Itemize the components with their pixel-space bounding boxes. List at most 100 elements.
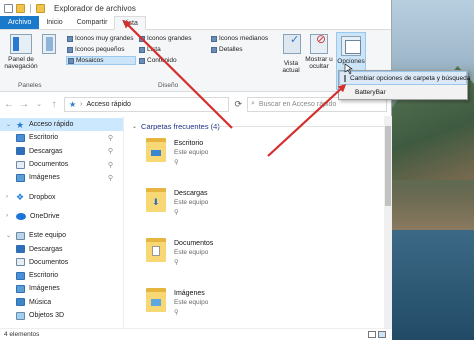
layout-list[interactable]: Lista [138, 45, 208, 54]
collapse-chevron-icon[interactable]: ⌄ [6, 121, 12, 128]
tab-inicio[interactable]: Inicio [39, 16, 69, 29]
address-field[interactable]: ★ › Acceso rápido [64, 96, 230, 112]
view-toggle [368, 331, 386, 338]
title-separator [30, 3, 31, 13]
desktop-folder-icon [16, 133, 25, 142]
folder-tile-documentos[interactable]: Documentos Este equipo ⚲ [132, 238, 392, 282]
folder-tile-escritorio[interactable]: Escritorio Este equipo ⚲ [132, 138, 392, 182]
layout-item-label: Iconos medianos [219, 35, 269, 42]
layout-extra-large-icons[interactable]: Iconos muy grandes [66, 34, 136, 43]
nav-item-documentos[interactable]: Documentos ⚲ [0, 158, 123, 171]
tab-vista[interactable]: Vista [114, 16, 146, 30]
this-pc-icon [16, 231, 25, 240]
folder-tile-descargas[interactable]: ⬇ Descargas Este equipo ⚲ [132, 188, 392, 232]
tile-name: Imágenes [174, 290, 205, 297]
layout-large-icons[interactable]: Iconos grandes [138, 34, 208, 43]
pin-icon: ⚲ [107, 148, 113, 156]
extra-large-icons-icon [67, 35, 73, 42]
tile-location: Este equipo [174, 199, 209, 206]
layout-item-label: Lista [147, 46, 161, 53]
nav-item-pc-musica[interactable]: Música [0, 296, 123, 309]
nav-item-escritorio[interactable]: Escritorio ⚲ [0, 131, 123, 144]
nav-label: Escritorio [29, 272, 59, 280]
layout-content[interactable]: Contenido [138, 56, 208, 65]
expand-chevron-icon[interactable]: › [6, 194, 12, 200]
documents-folder-icon [16, 258, 25, 267]
nav-item-pc-imagenes[interactable]: Imágenes [0, 282, 123, 295]
title-bar: Explorador de archivos [0, 0, 391, 16]
navigation-pane-label-2: navegación [4, 63, 38, 70]
up-arrow-icon[interactable]: ↑ [49, 99, 59, 110]
layout-details[interactable]: Detalles [210, 45, 280, 54]
menu-item-folder-options[interactable]: Cambiar opciones de carpeta y búsqueda [339, 71, 470, 85]
nav-item-descargas[interactable]: Descargas ⚲ [0, 145, 123, 158]
nav-item-onedrive[interactable]: › OneDrive [0, 210, 123, 223]
layout-group-label: Diseño [158, 82, 179, 89]
downloads-folder-icon [16, 147, 25, 156]
file-explorer-window: Explorador de archivos Archivo Inicio Co… [0, 0, 392, 340]
tab-archivo[interactable]: Archivo [0, 16, 40, 29]
nav-item-este-equipo[interactable]: ⌄ Este equipo [0, 229, 123, 242]
navigation-pane-button[interactable]: Panel de navegación [4, 34, 38, 70]
nav-label: Documentos [29, 161, 69, 169]
nav-label: Descargas [29, 147, 63, 155]
navigation-pane-label-1: Panel de [8, 56, 34, 63]
window-title: Explorador de archivos [54, 3, 136, 13]
layout-small-icons[interactable]: Iconos pequeños [66, 45, 136, 54]
refresh-icon[interactable]: ⟳ [234, 99, 242, 110]
nav-item-dropbox[interactable]: › ❖ Dropbox [0, 190, 123, 203]
pin-icon: ⚲ [174, 209, 179, 216]
quick-access-new-folder-icon[interactable] [16, 3, 25, 13]
back-arrow-icon[interactable]: ← [4, 99, 14, 110]
nav-label: Acceso rápido [29, 121, 74, 129]
expand-chevron-icon[interactable]: › [6, 213, 12, 219]
nav-item-pc-objetos-3d[interactable]: Objetos 3D [0, 309, 123, 322]
navigation-pane-icon [10, 34, 32, 54]
tab-compartir[interactable]: Compartir [70, 16, 115, 29]
forward-arrow-icon[interactable]: → [19, 99, 29, 110]
star-icon: ★ [16, 119, 25, 130]
nav-label: Documentos [29, 258, 69, 266]
nav-item-pc-escritorio[interactable]: Escritorio [0, 269, 123, 282]
current-view-label-1: Vista [283, 60, 299, 67]
recent-locations-chevron-icon[interactable]: ⌄ [34, 100, 44, 108]
pictures-folder-icon [16, 173, 25, 182]
nav-item-imagenes[interactable]: Imágenes ⚲ [0, 171, 123, 184]
collapse-chevron-icon[interactable]: ⌄ [132, 123, 137, 130]
large-icons-view-icon[interactable] [378, 331, 386, 338]
content-icon [139, 57, 145, 64]
nav-item-acceso-rapido[interactable]: ⌄ ★ Acceso rápido [0, 118, 123, 132]
section-title: Carpetas frecuentes (4) [141, 121, 220, 131]
vertical-scrollbar[interactable] [384, 116, 392, 328]
navigation-pane: ⌄ ★ Acceso rápido Escritorio ⚲ Descargas… [0, 116, 124, 328]
tile-name: Escritorio [174, 140, 204, 147]
layout-item-label: Iconos muy grandes [75, 35, 134, 42]
documents-folder-icon [16, 160, 25, 169]
wallpaper-sea [392, 230, 474, 340]
layout-item-label: Detalles [219, 46, 243, 53]
collapse-chevron-icon[interactable]: ⌄ [6, 232, 12, 239]
details-view-icon[interactable] [368, 331, 376, 338]
layout-medium-icons[interactable]: Iconos medianos [210, 34, 280, 43]
scrollbar-thumb[interactable] [385, 126, 391, 206]
details-icon [211, 46, 217, 53]
documents-folder-icon [146, 238, 166, 264]
folder-tile-imagenes[interactable]: Imágenes Este equipo ⚲ [132, 288, 392, 332]
nav-label: Escritorio [29, 134, 59, 142]
address-bar: ← → ⌄ ↑ ★ › Acceso rápido ⟳ ⌕ Buscar en … [0, 92, 391, 116]
address-path: Acceso rápido [86, 100, 131, 108]
quick-access-properties-icon[interactable] [4, 3, 13, 13]
show-hide-button[interactable]: Mostrar u ocultar [304, 34, 334, 70]
large-icons-icon [139, 35, 145, 42]
small-icons-icon [67, 46, 73, 53]
current-view-icon-button[interactable] [282, 34, 302, 56]
nav-item-pc-descargas[interactable]: Descargas [0, 242, 123, 255]
menu-item-batterybar[interactable]: BatteryBar [339, 85, 467, 99]
layout-tiles[interactable]: Mosaicos [66, 56, 136, 65]
nav-label: Descargas [29, 245, 63, 253]
preview-pane-button[interactable] [39, 34, 59, 56]
layout-item-label: Iconos pequeños [75, 46, 125, 53]
current-view-button[interactable]: Vista actual [280, 60, 302, 74]
options-icon [341, 36, 361, 56]
nav-item-pc-documentos[interactable]: Documentos [0, 256, 123, 269]
